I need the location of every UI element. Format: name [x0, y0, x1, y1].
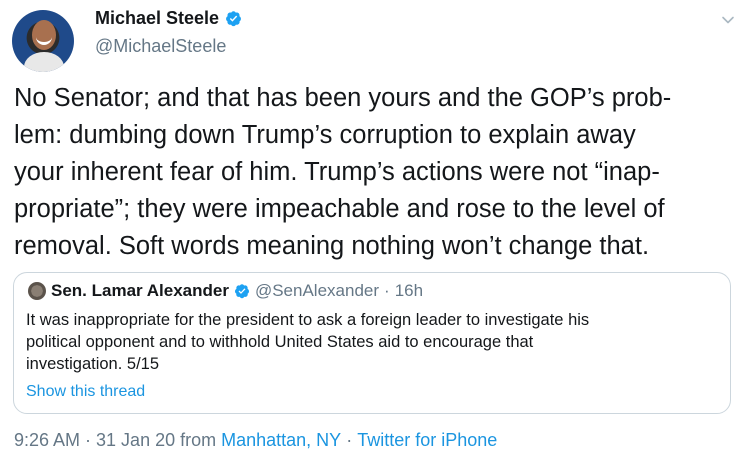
quoted-author-avatar: [28, 282, 46, 300]
quoted-author-handle: @SenAlexander: [254, 281, 380, 300]
tweet-location-link[interactable]: Manhattan, NY: [221, 430, 341, 451]
chevron-down-icon[interactable]: [720, 12, 736, 28]
tweet-text-line: lem: dumbing down Trump’s corruption to …: [14, 121, 636, 149]
author-name-row: Michael Steele: [95, 8, 242, 29]
tweet-text: No Senator; and that has been yours and …: [14, 80, 734, 265]
meta-separator: ·: [346, 430, 353, 450]
quoted-tweet-card[interactable]: Sen. Lamar Alexander @SenAlexander · 16h…: [13, 272, 731, 414]
verified-badge-icon: [226, 11, 241, 27]
avatar-shirt: [24, 52, 64, 72]
quoted-text-line: investigation. 5/15: [26, 355, 160, 373]
quoted-text-line: political opponent and to withhold Unite…: [26, 333, 534, 351]
verified-badge-icon: [234, 284, 249, 299]
quoted-text-line: It was inappropriate for the president t…: [26, 311, 590, 329]
tweet-text-line: your inherent fear of him. Trump’s actio…: [14, 158, 660, 186]
show-thread-link[interactable]: Show this thread: [26, 383, 145, 401]
tweet-text-line: No Senator; and that has been yours and …: [14, 84, 672, 112]
avatar-face: [32, 20, 56, 50]
tweet-meta: 9:26 AM · 31 Jan 20 from Manhattan, NY ·…: [14, 430, 497, 451]
quoted-tweet-text: It was inappropriate for the president t…: [26, 309, 716, 375]
quoted-author-name: Sen. Lamar Alexander: [51, 281, 229, 300]
quoted-tweet-header: Sen. Lamar Alexander @SenAlexander · 16h: [28, 281, 423, 301]
tweet-client-link[interactable]: Twitter for iPhone: [357, 430, 497, 451]
tweet-timestamp[interactable]: 9:26 AM · 31 Jan 20 from: [14, 430, 216, 451]
tweet-text-line: propriate”; they were impeachable and ro…: [14, 195, 665, 223]
author-handle[interactable]: @MichaelSteele: [95, 36, 226, 57]
author-display-name[interactable]: Michael Steele: [95, 8, 219, 29]
tweet-text-line: removal. Soft words meaning nothing won’…: [14, 232, 650, 260]
author-avatar[interactable]: [12, 10, 74, 72]
quoted-separator: ·: [384, 281, 390, 300]
quoted-time: 16h: [394, 281, 424, 300]
